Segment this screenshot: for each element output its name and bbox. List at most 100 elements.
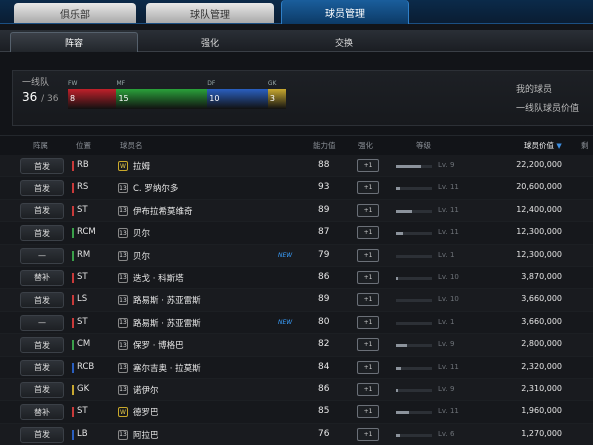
position-distribution-bar: FW 8 MF 15 DF 10 GK 3 xyxy=(68,80,286,109)
level-label: Lv. 9 xyxy=(438,340,455,349)
sub-tab-bar: 阵容 强化 交换 xyxy=(0,30,593,52)
player-rating: 84 xyxy=(318,361,330,372)
table-row[interactable]: 首发 RCB 13 塞尔吉奥 · 拉莫斯 84 +1 Lv. 11 2,320,000 xyxy=(0,356,593,379)
position-color-marker xyxy=(72,161,74,171)
enhance-button[interactable]: +1 xyxy=(357,203,379,217)
position-label: RM xyxy=(77,249,91,260)
status-button[interactable]: 首发 xyxy=(20,225,64,242)
table-row[interactable]: 首发 RB W 拉姆 88 +1 Lv. 9 22,200,000 xyxy=(0,155,593,178)
player-value: 1,960,000 xyxy=(521,406,562,416)
table-row[interactable]: 首发 RCM 13 贝尔 87 +1 Lv. 11 12,300,000 xyxy=(0,222,593,245)
enhance-button[interactable]: +1 xyxy=(357,293,379,307)
position-label: ST xyxy=(77,271,88,282)
status-button[interactable]: 首发 xyxy=(20,359,64,376)
player-value: 3,870,000 xyxy=(521,271,562,281)
player-name[interactable]: 伊布拉希莫维奇 xyxy=(133,205,193,217)
table-row[interactable]: 首发 GK 13 诺伊尔 86 +1 Lv. 9 2,310,000 xyxy=(0,378,593,402)
status-button[interactable]: — xyxy=(20,314,64,331)
status-button[interactable]: 首发 xyxy=(20,158,64,174)
enhance-button[interactable]: +1 xyxy=(357,315,379,329)
enhance-button[interactable]: +1 xyxy=(357,427,379,441)
position-label: ST xyxy=(77,204,88,215)
level-label: Lv. 11 xyxy=(438,362,459,371)
season-badge-icon: 13 xyxy=(118,228,128,239)
status-button[interactable]: 首发 xyxy=(20,292,64,309)
table-row[interactable]: 首发 CM 13 保罗 · 博格巴 82 +1 Lv. 9 2,800,000 xyxy=(0,334,593,357)
status-button[interactable]: 首发 xyxy=(20,180,64,197)
player-name[interactable]: 保罗 · 博格巴 xyxy=(133,339,184,351)
player-name[interactable]: 德罗巴 xyxy=(133,406,159,418)
squad-count-total: / 36 xyxy=(41,94,59,104)
subtab-enhance[interactable]: 强化 xyxy=(148,32,272,52)
table-row[interactable]: — RM 13 贝尔 NEW 79 +1 Lv. 1 12,300,000 xyxy=(0,244,593,267)
enhance-button[interactable]: +1 xyxy=(357,382,379,396)
player-value: 3,660,000 xyxy=(521,316,562,326)
enhance-button[interactable]: +1 xyxy=(357,338,379,352)
player-name[interactable]: 塞尔吉奥 · 拉莫斯 xyxy=(133,362,201,374)
player-rating: 85 xyxy=(318,406,330,417)
header-value[interactable]: 球员价值 ▼ xyxy=(524,140,562,151)
player-name[interactable]: 迭戈 · 科斯塔 xyxy=(133,272,184,284)
player-name[interactable]: 贝尔 xyxy=(133,227,150,239)
tab-player-management[interactable]: 球员管理 xyxy=(281,0,409,24)
squad-count-value: 36 xyxy=(22,90,38,104)
status-button[interactable]: 首发 xyxy=(20,337,64,354)
table-row[interactable]: 首发 ST 13 伊布拉希莫维奇 89 +1 Lv. 11 12,400,000 xyxy=(0,199,593,223)
level-progress-bar xyxy=(396,254,432,258)
level-label: Lv. 10 xyxy=(438,295,459,304)
subtab-exchange[interactable]: 交换 xyxy=(282,32,406,52)
player-rating: 89 xyxy=(318,294,330,305)
status-button[interactable]: 替补 xyxy=(20,269,64,286)
enhance-button[interactable]: +1 xyxy=(357,181,379,195)
tab-team-management[interactable]: 球队管理 xyxy=(146,3,274,23)
table-row[interactable]: 替补 ST 13 迭戈 · 科斯塔 86 +1 Lv. 10 3,870,000 xyxy=(0,266,593,290)
top-tab-bar: 俱乐部 球队管理 球员管理 xyxy=(0,0,593,24)
player-name[interactable]: 诺伊尔 xyxy=(133,384,159,396)
player-value: 12,300,000 xyxy=(516,249,562,259)
table-row[interactable]: 首发 RS 13 C. 罗纳尔多 93 +1 Lv. 11 20,600,000 xyxy=(0,177,593,200)
position-label: RS xyxy=(77,182,89,193)
enhance-button[interactable]: +1 xyxy=(357,248,379,262)
position-count-df: 10 xyxy=(209,94,220,103)
player-name[interactable]: 阿拉巴 xyxy=(133,429,159,441)
enhance-button[interactable]: +1 xyxy=(357,405,379,419)
header-position[interactable]: 位置 xyxy=(76,140,91,151)
status-button[interactable]: — xyxy=(20,247,64,264)
header-level[interactable]: 等级 xyxy=(416,140,431,151)
header-rating[interactable]: 能力值 xyxy=(313,140,336,151)
status-button[interactable]: 首发 xyxy=(20,202,64,219)
enhance-button[interactable]: +1 xyxy=(357,226,379,240)
player-name[interactable]: 路易斯 · 苏亚雷斯 xyxy=(133,317,201,329)
position-code-df: DF xyxy=(207,80,216,87)
table-row[interactable]: 首发 LS 13 路易斯 · 苏亚雷斯 89 +1 Lv. 10 3,660,000 xyxy=(0,289,593,312)
subtab-lineup[interactable]: 阵容 xyxy=(10,32,138,52)
header-name[interactable]: 球员名 xyxy=(120,140,143,151)
player-name[interactable]: 拉姆 xyxy=(133,160,150,172)
status-button[interactable]: 替补 xyxy=(20,404,64,421)
enhance-button[interactable]: +1 xyxy=(357,360,379,374)
player-value: 2,320,000 xyxy=(521,361,562,371)
tab-club[interactable]: 俱乐部 xyxy=(14,3,136,23)
header-enhance[interactable]: 强化 xyxy=(358,140,373,151)
table-row[interactable]: 替补 ST W 德罗巴 85 +1 Lv. 11 1,960,000 xyxy=(0,401,593,424)
level-progress-bar xyxy=(396,276,432,280)
level-label: Lv. 10 xyxy=(438,272,459,281)
sort-desc-icon: ▼ xyxy=(556,142,562,150)
level-label: Lv. 11 xyxy=(438,205,459,214)
header-extra[interactable]: 剩 xyxy=(581,140,589,151)
position-color-marker xyxy=(72,250,74,261)
player-name[interactable]: 路易斯 · 苏亚雷斯 xyxy=(133,294,201,306)
position-color-marker xyxy=(72,429,74,440)
table-row[interactable]: 首发 LB 13 阿拉巴 76 +1 Lv. 6 1,270,000 xyxy=(0,423,593,445)
level-progress-bar xyxy=(396,299,432,303)
position-label: RCM xyxy=(77,227,96,238)
status-button[interactable]: 首发 xyxy=(20,381,64,398)
enhance-button[interactable]: +1 xyxy=(357,159,379,172)
level-label: Lv. 9 xyxy=(438,384,455,393)
player-name[interactable]: 贝尔 xyxy=(133,250,150,262)
enhance-button[interactable]: +1 xyxy=(357,270,379,284)
table-row[interactable]: — ST 13 路易斯 · 苏亚雷斯 NEW 80 +1 Lv. 1 3,660,000 xyxy=(0,311,593,335)
header-status[interactable]: 阵属 xyxy=(33,140,48,151)
status-button[interactable]: 首发 xyxy=(20,426,64,443)
player-name[interactable]: C. 罗纳尔多 xyxy=(133,182,178,194)
